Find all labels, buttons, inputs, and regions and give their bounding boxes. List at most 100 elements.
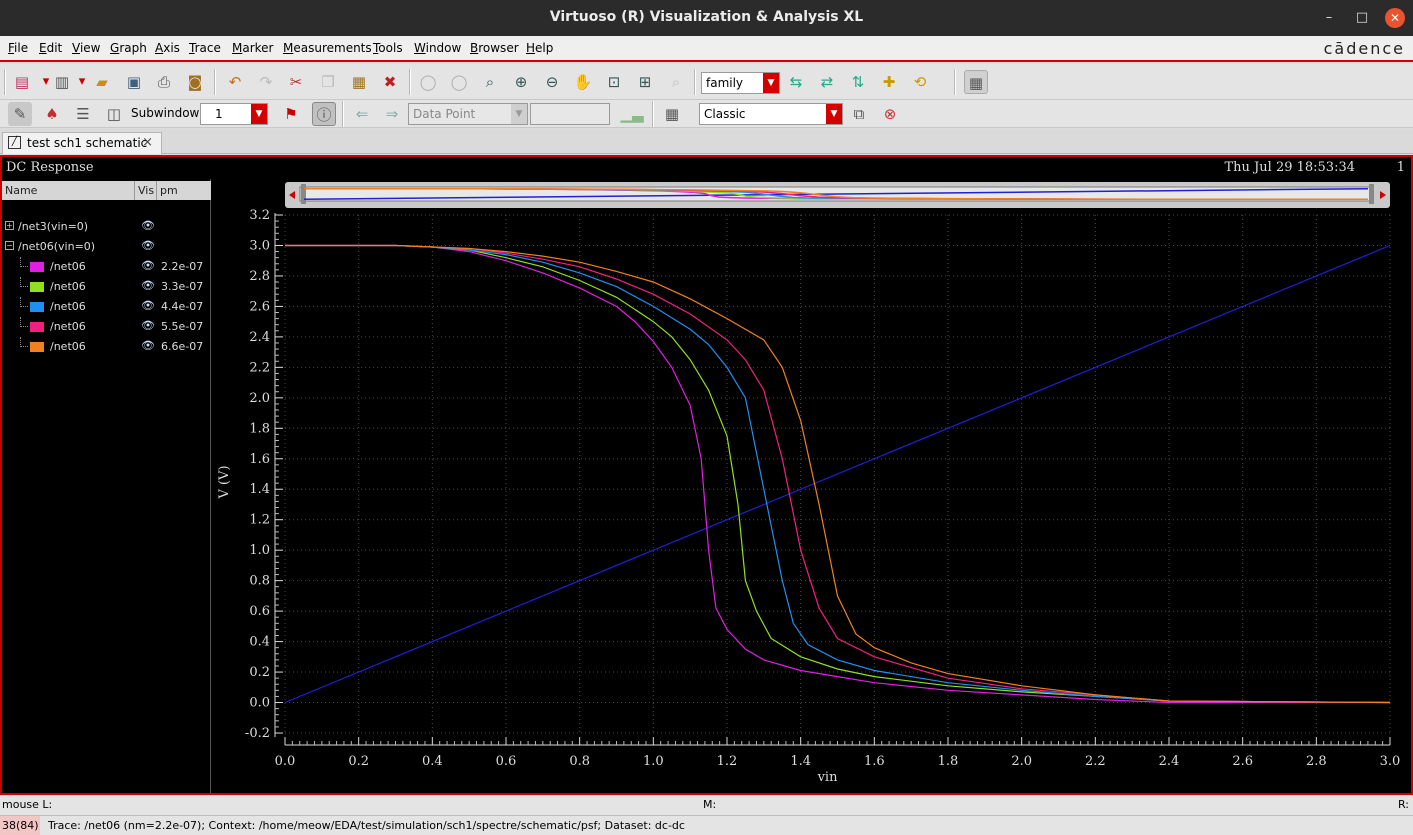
trace-line-0[interactable]	[284, 244, 1391, 704]
menu-help[interactable]: Help	[526, 41, 553, 55]
next-marker-icon[interactable]: ⇒	[380, 102, 404, 126]
menu-marker[interactable]: Marker	[232, 41, 273, 55]
legend-group-net3[interactable]: + /net3(vin=0) 👁	[2, 217, 211, 237]
prev-marker-icon[interactable]: ⇐	[350, 102, 374, 126]
camera-icon[interactable]: ◙	[183, 70, 207, 94]
y-tick-label: 1.6	[249, 452, 270, 467]
visibility-eye-icon[interactable]: 👁	[141, 239, 155, 252]
redo-icon[interactable]: ↷	[254, 70, 278, 94]
grid-icon[interactable]: ▦	[964, 70, 988, 94]
legend-trace-row[interactable]: /net06 👁 6.6e-07	[2, 337, 211, 357]
undo-icon[interactable]: ↶	[223, 70, 247, 94]
family-overlay-icon[interactable]: ⇄	[815, 70, 839, 94]
visibility-eye-icon[interactable]: 👁	[141, 219, 155, 232]
trace-pm-value: 2.2e-07	[161, 260, 204, 273]
zoom-search-icon[interactable]: ⌕	[664, 70, 688, 94]
main-toolbar: ▤ ▾ ▥ ▾ ▰ ▣ ⎙ ◙ ↶ ↷ ✂ ❐ ▦ ✖ ◯ ◯ ⌕ ⊕ ⊖ ✋ …	[0, 64, 1413, 100]
visibility-eye-icon[interactable]: 👁	[141, 339, 155, 352]
family-remove-icon[interactable]: ⟲	[908, 70, 932, 94]
visibility-eye-icon[interactable]: 👁	[141, 319, 155, 332]
menu-browser[interactable]: Browser	[470, 41, 519, 55]
menu-axis[interactable]: Axis	[155, 41, 180, 55]
print-icon[interactable]: ⎙	[152, 70, 176, 94]
legend-trace-row[interactable]: /net06 👁 4.4e-07	[2, 297, 211, 317]
open-folder-icon[interactable]: ▰	[90, 70, 114, 94]
remove-window-icon[interactable]: ⊗	[878, 102, 902, 126]
legend-trace-row[interactable]: /net06 👁 2.2e-07	[2, 257, 211, 277]
family-add-icon[interactable]: ✚	[877, 70, 901, 94]
close-tab-icon[interactable]: ×	[142, 133, 153, 153]
chevron-down-icon[interactable]: ▼	[826, 104, 842, 124]
save-icon[interactable]: ▣	[122, 70, 146, 94]
paste-icon[interactable]: ▦	[347, 70, 371, 94]
copy-icon[interactable]: ❐	[316, 70, 340, 94]
add-window-icon[interactable]: ⧉	[847, 102, 871, 126]
secondary-toolbar: ✎ ♠ ☰ ◫ Subwindows: 1 ▼ ⚑ ⓘ ⇐ ⇒ Data Poi…	[0, 100, 1413, 128]
visibility-eye-icon[interactable]: 👁	[141, 259, 155, 272]
tab-test-sch1-schematic[interactable]: ╱ test sch1 schematic ×	[2, 132, 162, 154]
menu-trace[interactable]: Trace	[189, 41, 221, 55]
family-strip-icon[interactable]: ⇅	[846, 70, 870, 94]
menu-view[interactable]: View	[72, 41, 100, 55]
menu-measurements[interactable]: Measurements	[283, 41, 372, 55]
zoom-fit-icon[interactable]: ◯	[447, 70, 471, 94]
histogram-icon[interactable]: ▁▃	[620, 102, 644, 126]
y-tick-label: 3.0	[249, 238, 270, 253]
chevron-down-icon[interactable]: ▼	[511, 104, 527, 124]
menu-graph[interactable]: Graph	[110, 41, 147, 55]
family-select[interactable]: family ▼	[701, 72, 780, 94]
visibility-eye-icon[interactable]: 👁	[141, 299, 155, 312]
legend-header-pm[interactable]: pm	[160, 184, 178, 197]
delete-icon[interactable]: ✖	[378, 70, 402, 94]
flag-icon[interactable]: ⚑	[279, 102, 303, 126]
new-window-icon[interactable]: ▤	[10, 70, 34, 94]
dc-response-chart[interactable]: -0.2 0.0 0.2 0.4 0.6 0.8 1.0 1.2 1.4 1.6 1.8 2.0 2.2…	[212, 179, 1410, 793]
expand-icon[interactable]: +	[5, 221, 14, 230]
legend-trace-row[interactable]: /net06 👁 5.5e-07	[2, 317, 211, 337]
tab-label: test sch1 schematic	[27, 136, 148, 150]
maximize-icon[interactable]: □	[1352, 8, 1372, 28]
menu-file[interactable]: File	[8, 41, 28, 55]
info-icon[interactable]: ⓘ	[312, 102, 336, 126]
zoom-in-icon[interactable]: ⊕	[509, 70, 533, 94]
legend-group-net06[interactable]: − /net06(vin=0) 👁	[2, 237, 211, 257]
zoom-box-icon[interactable]: ⊡	[602, 70, 626, 94]
pan-icon[interactable]: ✋	[571, 70, 595, 94]
status-message: Trace: /net06 (nm=2.2e-07); Context: /ho…	[48, 819, 685, 832]
side-layout-icon[interactable]: ◫	[102, 102, 126, 126]
overview-left-handle[interactable]	[301, 184, 306, 204]
legend-trace-row[interactable]: /net06 👁 3.3e-07	[2, 277, 211, 297]
menu-tools[interactable]: Tools	[373, 41, 403, 55]
trace-pm-value: 6.6e-07	[161, 340, 204, 353]
cards-icon[interactable]: ♠	[40, 102, 64, 126]
menu-edit[interactable]: Edit	[39, 41, 62, 55]
collapse-icon[interactable]: −	[5, 241, 14, 250]
zoom-icon[interactable]: ⌕	[478, 70, 502, 94]
select-wand-icon[interactable]: ✎	[8, 102, 32, 126]
zoom-full-icon[interactable]: ◯	[416, 70, 440, 94]
chevron-down-icon[interactable]: ▼	[251, 104, 267, 124]
tree-line	[20, 337, 28, 347]
trace-color-swatch	[30, 322, 44, 332]
calculator-icon[interactable]: ▦	[660, 102, 684, 126]
visibility-eye-icon[interactable]: 👁	[141, 279, 155, 292]
marker-type-select[interactable]: Data Point ▼	[408, 103, 528, 125]
legend-header-vis[interactable]: Vis	[138, 184, 154, 197]
legend-header-name[interactable]: Name	[5, 184, 37, 197]
close-window-icon[interactable]: ✕	[1385, 8, 1405, 28]
zoom-region-icon[interactable]: ⊞	[633, 70, 657, 94]
overview-right-handle[interactable]	[1369, 184, 1374, 204]
zoom-out-icon[interactable]: ⊖	[540, 70, 564, 94]
style-select[interactable]: Classic ▼	[699, 103, 843, 125]
toolbar-separator	[954, 69, 956, 95]
family-layout-icon[interactable]: ⇆	[784, 70, 808, 94]
window-title: Virtuoso (R) Visualization & Analysis XL	[549, 9, 864, 25]
marker-value-field[interactable]	[530, 103, 610, 125]
minimize-icon[interactable]: –	[1319, 8, 1339, 28]
chevron-down-icon[interactable]: ▼	[763, 73, 779, 93]
subwindows-select[interactable]: 1 ▼	[200, 103, 268, 125]
stack-layout-icon[interactable]: ☰	[71, 102, 95, 126]
cut-icon[interactable]: ✂	[284, 70, 308, 94]
menu-window[interactable]: Window	[414, 41, 461, 55]
y-tick-label: 2.2	[249, 360, 270, 375]
